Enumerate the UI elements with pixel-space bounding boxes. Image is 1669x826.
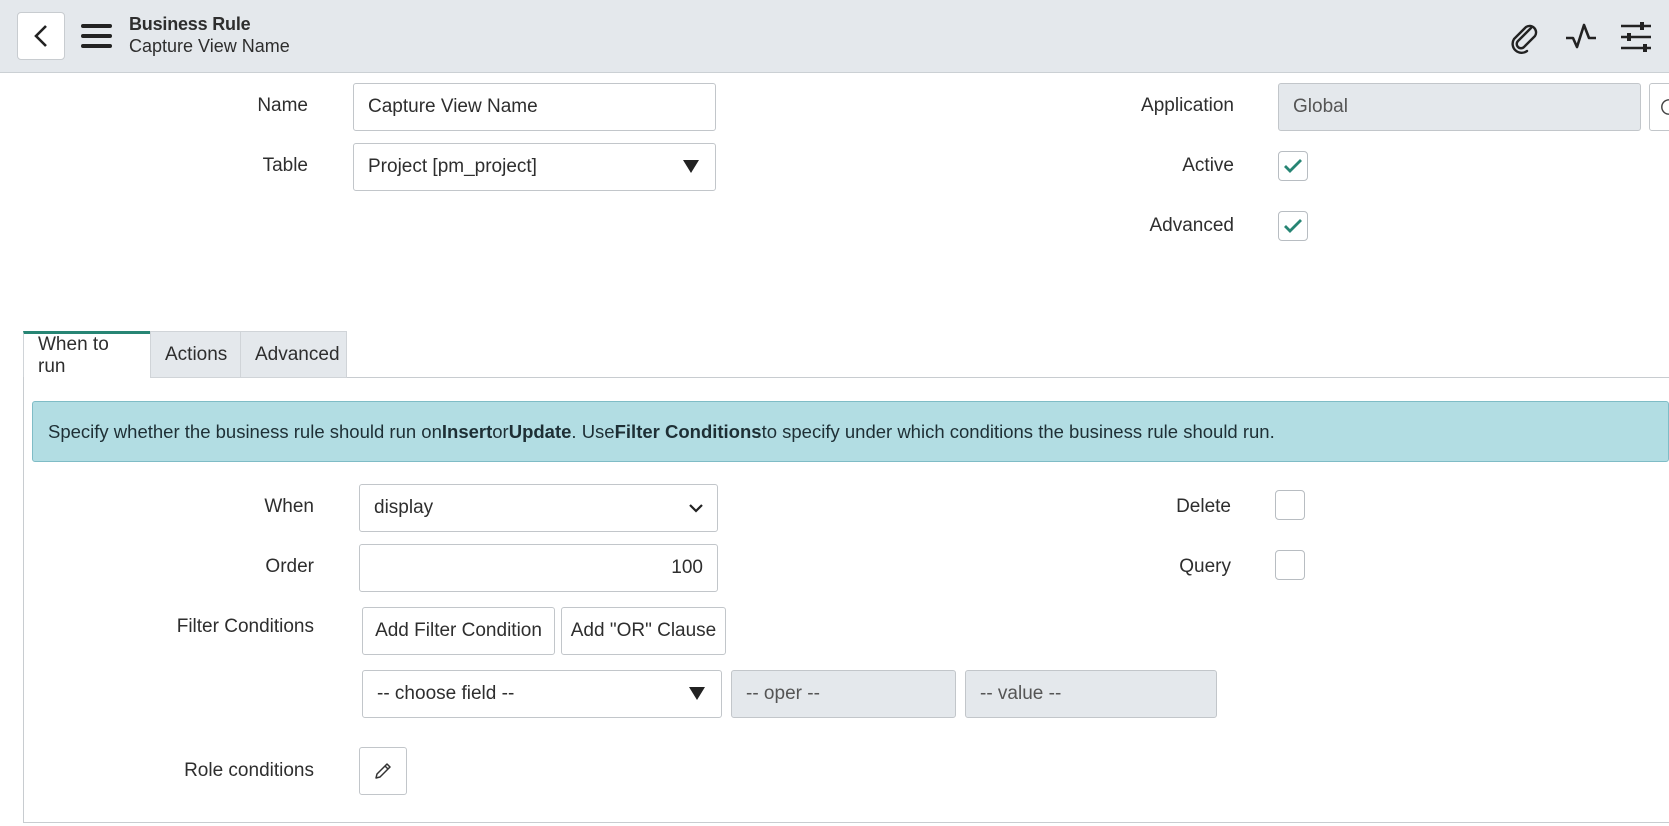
value-field: -- value -- (965, 670, 1217, 718)
value-field-text: -- value -- (980, 683, 1062, 704)
back-icon (34, 25, 47, 47)
query-checkbox[interactable] (1275, 550, 1305, 580)
info-icon (1661, 99, 1669, 115)
when-select-value: display (374, 497, 434, 518)
application-lookup-button[interactable] (1649, 83, 1669, 131)
choose-field-select[interactable]: -- choose field -- (362, 670, 722, 718)
info-message: Specify whether the business rule should… (32, 401, 1669, 462)
record-type-title: Business Rule (129, 14, 251, 34)
record-display-name: Capture View Name (129, 36, 290, 56)
add-or-clause-button[interactable]: Add "OR" Clause (561, 607, 726, 655)
info-text: Specify whether the business rule should… (48, 420, 442, 442)
table-select-value: Project [pm_project] (368, 156, 537, 177)
role-conditions-label: Role conditions (184, 760, 314, 781)
settings-sliders-icon[interactable] (1617, 18, 1655, 56)
name-label: Name (257, 95, 308, 116)
table-select[interactable]: Project [pm_project] (353, 143, 716, 191)
choose-field-value: -- choose field -- (377, 683, 515, 704)
application-value: Global (1293, 96, 1348, 117)
name-field[interactable]: Capture View Name (353, 83, 716, 131)
info-text: or (492, 420, 509, 442)
filter-conditions-label: Filter Conditions (176, 616, 314, 637)
chevron-down-icon (689, 504, 703, 513)
tab-when-to-run[interactable]: When to run (23, 331, 151, 378)
caret-down-icon (683, 160, 699, 173)
order-label: Order (265, 556, 314, 577)
operator-value: -- oper -- (746, 683, 820, 704)
tab-advanced[interactable]: Advanced (240, 331, 347, 378)
delete-label: Delete (1176, 496, 1231, 517)
order-field[interactable]: 100 (359, 544, 718, 592)
when-label: When (264, 496, 314, 517)
paperclip-icon[interactable] (1505, 18, 1543, 56)
caret-down-icon (689, 687, 705, 700)
operator-select: -- oper -- (731, 670, 956, 718)
tab-actions[interactable]: Actions (150, 331, 241, 378)
checkmark-icon (1284, 219, 1302, 233)
form-header: Business Rule Capture View Name (0, 0, 1669, 73)
advanced-checkbox[interactable] (1278, 211, 1308, 241)
query-label: Query (1179, 556, 1231, 577)
add-filter-condition-button[interactable]: Add Filter Condition (362, 607, 555, 655)
pencil-icon (375, 763, 391, 779)
back-button[interactable] (17, 12, 65, 60)
active-label: Active (1182, 155, 1234, 176)
info-update: Update (508, 420, 572, 442)
active-checkbox[interactable] (1278, 151, 1308, 181)
table-label: Table (262, 155, 308, 176)
info-text: . Use (571, 420, 615, 442)
order-value: 100 (671, 557, 703, 578)
advanced-label: Advanced (1149, 215, 1234, 236)
application-label: Application (1141, 95, 1234, 116)
info-text: to specify under which conditions the bu… (761, 420, 1275, 442)
info-filter-conditions: Filter Conditions (614, 420, 762, 442)
name-field-value: Capture View Name (368, 96, 538, 117)
application-field: Global (1278, 83, 1641, 131)
when-select[interactable]: display (359, 484, 718, 532)
activity-icon[interactable] (1562, 18, 1600, 56)
info-insert: Insert (441, 420, 493, 442)
delete-checkbox[interactable] (1275, 490, 1305, 520)
menu-icon[interactable] (80, 22, 114, 50)
checkmark-icon (1284, 159, 1302, 173)
edit-role-conditions-button[interactable] (359, 747, 407, 795)
